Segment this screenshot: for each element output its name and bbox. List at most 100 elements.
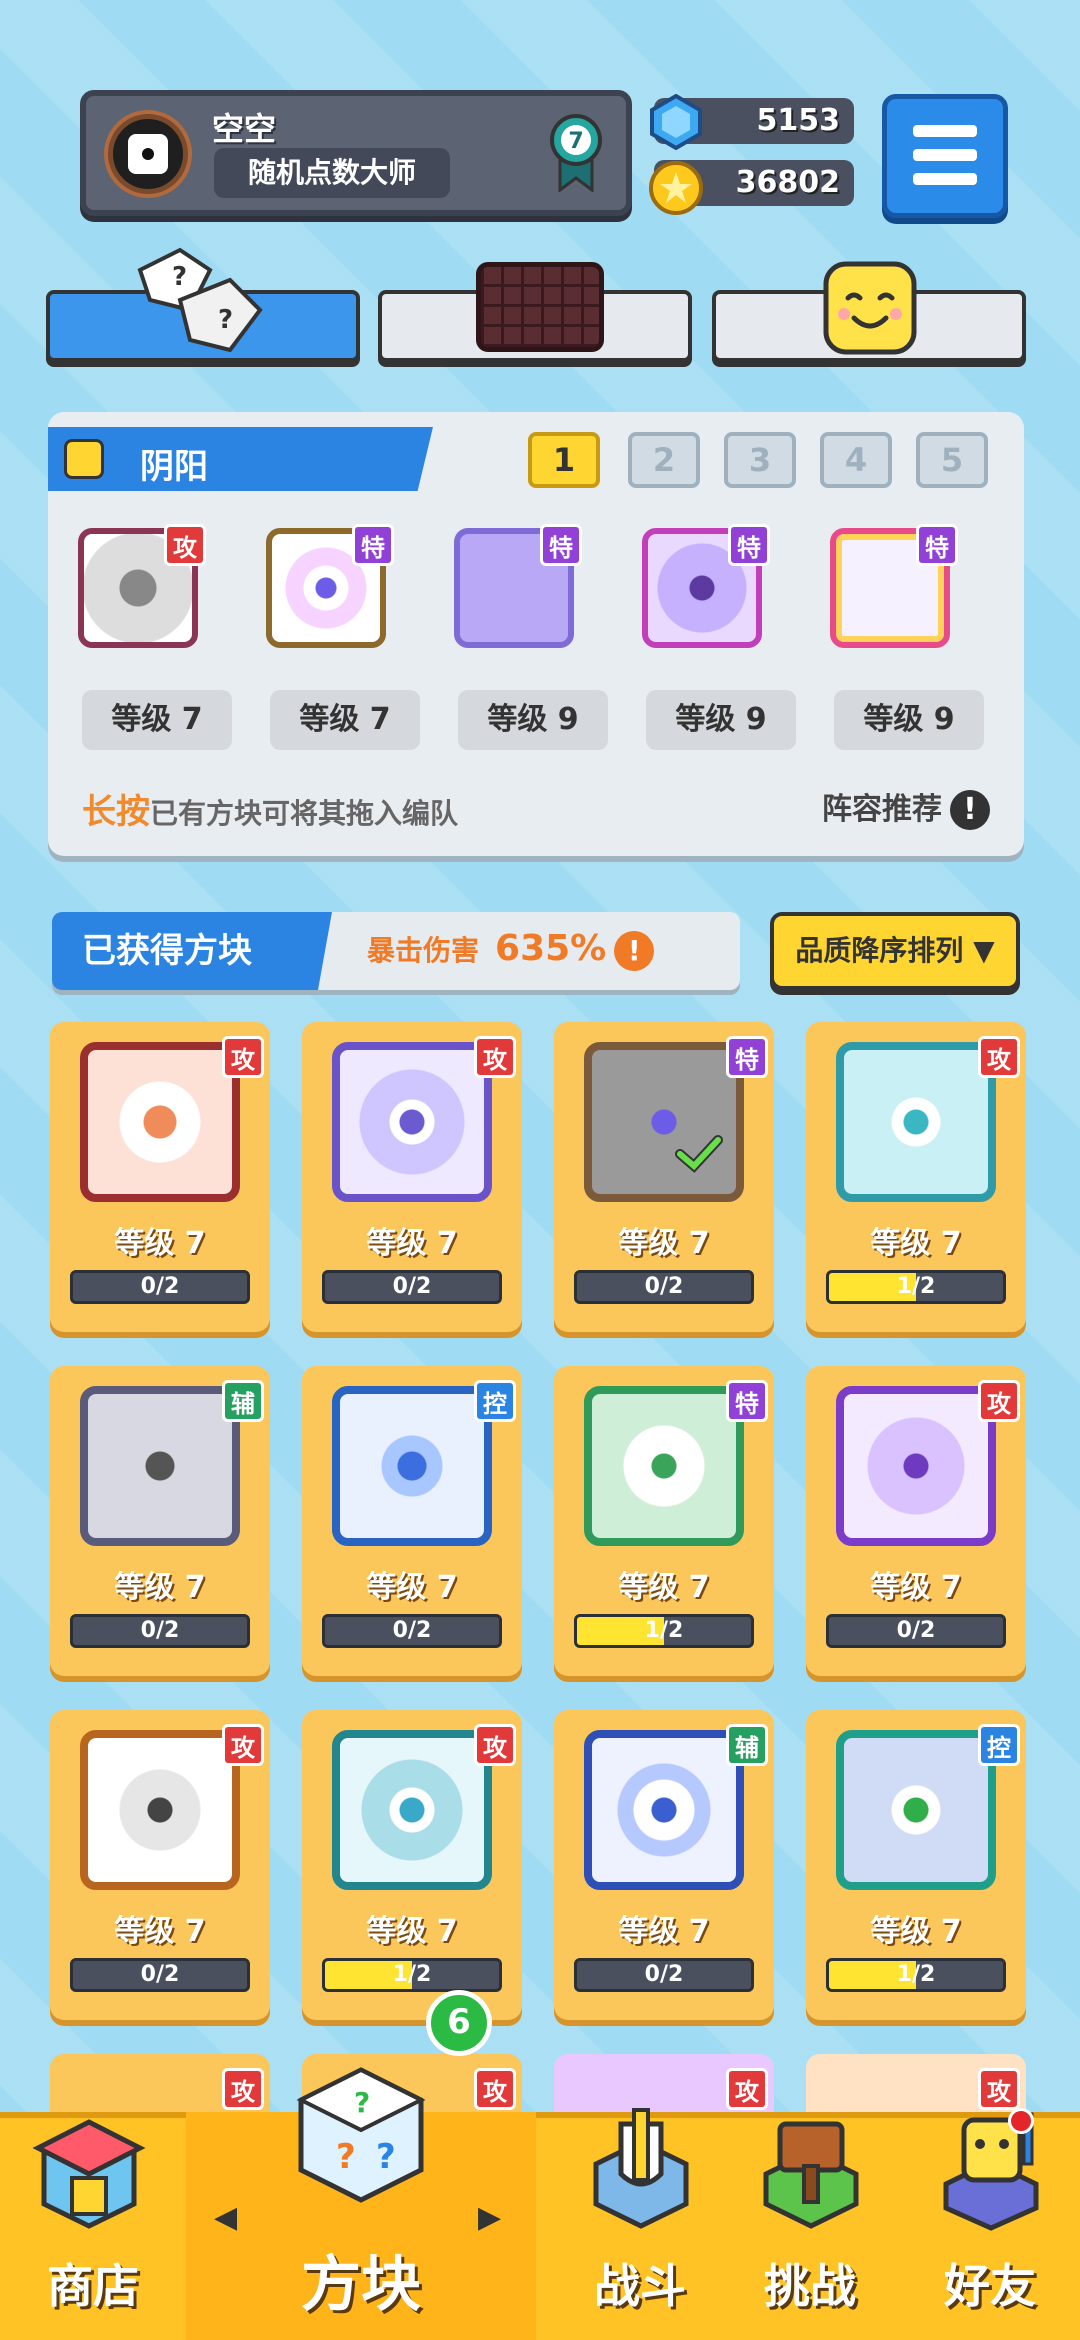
block-badge: 辅: [726, 1724, 768, 1766]
deck-card-level: 等级 9: [834, 690, 984, 750]
block-card[interactable]: 攻 等级 7 0/2: [806, 1366, 1026, 1676]
block-card[interactable]: 特 等级 7 1/2: [554, 1366, 774, 1676]
nav-prev-arrow[interactable]: ◀: [214, 2200, 237, 2235]
nav-blocks[interactable]: ? ? ? ◀ ▶ 方块: [186, 2060, 536, 2340]
main-menu-button[interactable]: [882, 94, 1008, 218]
infinity-icon: [584, 1042, 744, 1202]
friend-robot-icon: [943, 2112, 1039, 2231]
pencil-icon[interactable]: [64, 439, 104, 479]
obtained-label: 已获得方块: [52, 912, 332, 990]
deck-slot-5[interactable]: 5: [916, 432, 988, 488]
deck-card-badge: 特: [540, 524, 582, 566]
deck-slot-2[interactable]: 2: [628, 432, 700, 488]
nav-blocks-label: 方块: [301, 2250, 421, 2320]
nav-next-arrow[interactable]: ▶: [478, 2200, 501, 2235]
deck-slot-3[interactable]: 3: [724, 432, 796, 488]
block-card[interactable]: 辅 等级 7 0/2: [554, 1710, 774, 2020]
equipped-check-icon: [675, 1135, 723, 1173]
fangs-icon: [80, 1386, 240, 1546]
dice-icon: [128, 134, 168, 174]
player-title: 随机点数大师: [214, 148, 450, 198]
block-card[interactable]: 攻 等级 7 0/2: [50, 1710, 270, 2020]
deck-panel: 阴阳 1 2 3 4 5 攻 特 特 特 特 等级 7 等级 7 等级 9 等级…: [48, 412, 1024, 856]
block-progress: 0/2: [70, 1614, 250, 1648]
atom-icon: [836, 1386, 996, 1546]
lineup-recommend-button[interactable]: 阵容推荐!: [822, 784, 990, 830]
svg-text:?: ?: [376, 2137, 396, 2177]
block-card[interactable]: 攻 等级 7 0/2: [50, 1022, 270, 1332]
block-card[interactable]: 特 等级 7 0/2: [554, 1022, 774, 1332]
block-card[interactable]: 控 等级 7 1/2: [806, 1710, 1026, 2020]
challenge-sign-icon: [763, 2121, 859, 2229]
block-card[interactable]: 攻 等级 7 1/2: [302, 1710, 522, 2020]
block-card[interactable]: 控 等级 7 0/2: [302, 1366, 522, 1676]
block-level: 等级 7: [870, 1226, 962, 1261]
deck-card-level: 等级 9: [646, 690, 796, 750]
block-progress: 1/2: [826, 1958, 1006, 1992]
sunburst-icon: [80, 1042, 240, 1202]
recommend-label: 阵容推荐: [822, 792, 942, 827]
player-name: 空空: [212, 110, 277, 148]
deck-card-level: 等级 9: [458, 690, 608, 750]
deck-card-level: 等级 7: [82, 690, 232, 750]
deck-card[interactable]: 特: [628, 510, 776, 658]
block-badge: 控: [978, 1724, 1020, 1766]
block-level: 等级 7: [870, 1570, 962, 1605]
deck-card[interactable]: 特: [252, 510, 400, 658]
block-badge: 控: [474, 1380, 516, 1422]
sword-shield-icon: [593, 2108, 689, 2229]
nav-challenge[interactable]: 挑战: [730, 2100, 890, 2340]
deck-name-banner[interactable]: 阴阳: [48, 427, 433, 491]
deck-card[interactable]: 特: [440, 510, 588, 658]
block-level: 等级 7: [114, 1226, 206, 1261]
svg-text:?: ?: [172, 262, 187, 292]
friends-notification-dot: [1008, 2108, 1034, 2134]
crit-value: 635%: [495, 928, 607, 969]
block-badge: 特: [726, 1380, 768, 1422]
deck-card-badge: 攻: [164, 524, 206, 566]
snowflake-icon: [332, 1386, 492, 1546]
nav-shop-label: 商店: [47, 2259, 139, 2313]
nav-battle-label: 战斗: [594, 2259, 686, 2313]
deck-card-badge: 特: [352, 524, 394, 566]
block-badge: 攻: [978, 1036, 1020, 1078]
player-profile-panel[interactable]: 空空 随机点数大师 7: [80, 90, 632, 216]
coin-count: 36802: [735, 165, 840, 200]
deck-card[interactable]: 特: [816, 510, 964, 658]
svg-text:?: ?: [336, 2137, 356, 2177]
totem-icon: [836, 1042, 996, 1202]
pistol-icon: [80, 1730, 240, 1890]
block-level: 等级 7: [870, 1914, 962, 1949]
pentagram-icon: [584, 1386, 744, 1546]
deck-slot-4[interactable]: 4: [820, 432, 892, 488]
player-avatar[interactable]: [108, 114, 188, 194]
crescent-moon-icon: [584, 1730, 744, 1890]
nav-shop[interactable]: 商店: [0, 2100, 186, 2340]
svg-text:?: ?: [218, 305, 233, 335]
rank-level: 7: [568, 129, 583, 154]
sort-dropdown[interactable]: 品质降序排列 ▼: [770, 912, 1020, 990]
block-progress: 0/2: [70, 1270, 250, 1304]
deck-card-badge: 特: [728, 524, 770, 566]
block-badge: 特: [726, 1036, 768, 1078]
deck-slot-1[interactable]: 1: [528, 432, 600, 488]
block-level: 等级 7: [618, 1914, 710, 1949]
block-card[interactable]: 攻 等级 7 1/2: [806, 1022, 1026, 1332]
drag-hint: 长按已有方块可将其拖入编队: [82, 784, 458, 833]
deck-card[interactable]: 攻: [64, 510, 212, 658]
crit-damage-info[interactable]: 暴击伤害 635%!: [367, 928, 655, 971]
wind-icon: [836, 1730, 996, 1890]
crit-label: 暴击伤害: [367, 934, 480, 967]
block-badge: 攻: [222, 1036, 264, 1078]
block-card[interactable]: 辅 等级 7 0/2: [50, 1366, 270, 1676]
block-progress: 1/2: [574, 1614, 754, 1648]
block-level: 等级 7: [114, 1914, 206, 1949]
nav-friends-label: 好友: [944, 2259, 1036, 2313]
nav-battle[interactable]: 战斗: [560, 2100, 720, 2340]
info-icon: !: [614, 931, 655, 971]
vortex-icon: [332, 1730, 492, 1890]
block-progress: 0/2: [322, 1614, 502, 1648]
nav-friends[interactable]: 好友: [900, 2100, 1080, 2340]
rank-ribbon-icon[interactable]: 7: [548, 112, 604, 193]
block-card[interactable]: 攻 等级 7 0/2: [302, 1022, 522, 1332]
